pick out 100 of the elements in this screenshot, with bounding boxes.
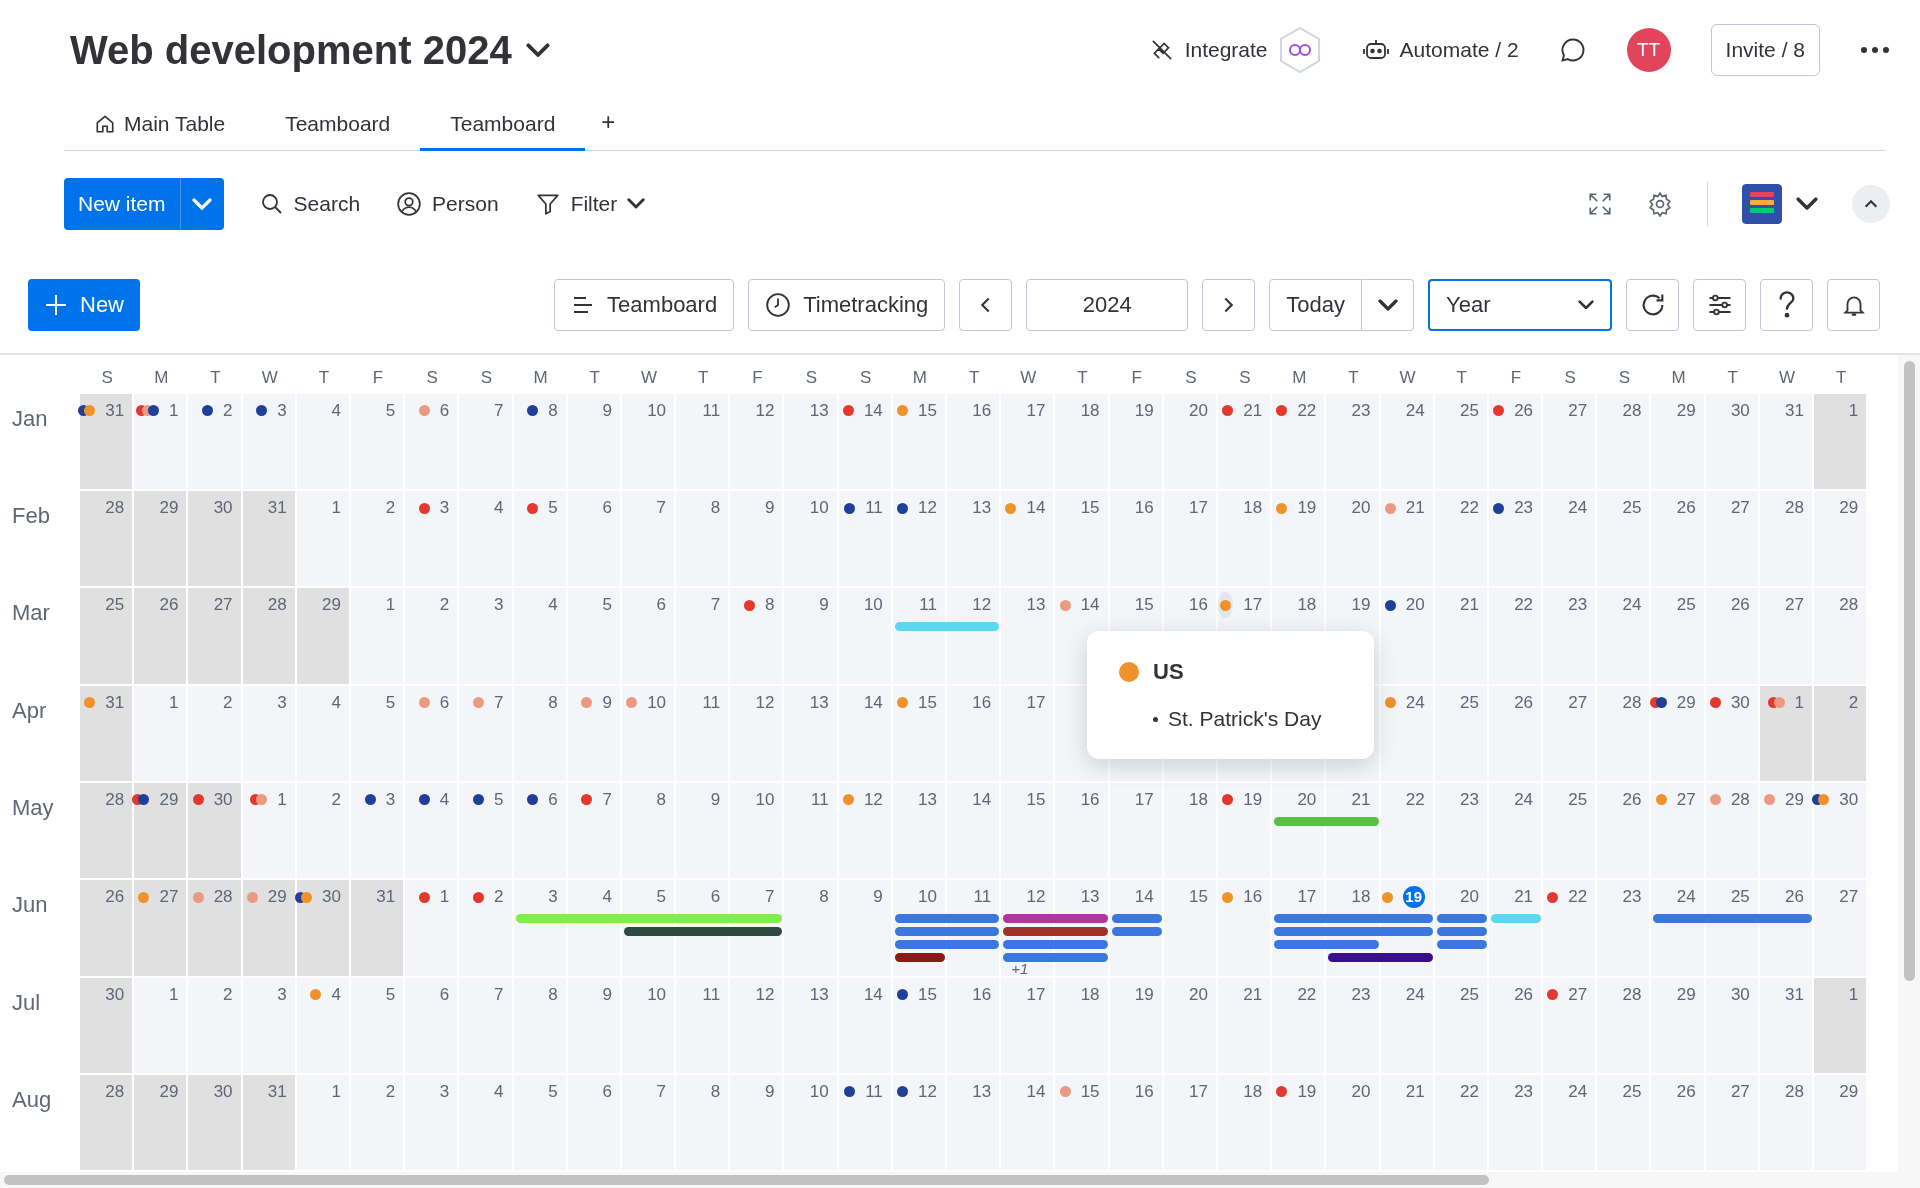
event-dot[interactable]: [192, 794, 204, 806]
day-cell[interactable]: 6: [405, 393, 460, 492]
day-cell[interactable]: 2: [296, 782, 351, 881]
day-cell[interactable]: 21: [1217, 977, 1273, 1075]
day-cell[interactable]: 26: [1488, 393, 1544, 492]
range-select[interactable]: Year: [1428, 278, 1612, 331]
event-dot[interactable]: [1709, 794, 1721, 806]
day-cell[interactable]: 23: [1543, 588, 1598, 686]
day-cell[interactable]: 18: [1055, 977, 1110, 1075]
day-cell[interactable]: 27: [1759, 588, 1814, 686]
day-cell[interactable]: 11: [676, 977, 731, 1075]
day-cell[interactable]: 27: [1651, 782, 1706, 881]
day-cell[interactable]: 20: [1326, 491, 1381, 589]
day-cell[interactable]: 14: [838, 977, 893, 1075]
day-cell[interactable]: 22: [1434, 491, 1489, 589]
day-cell[interactable]: 15: [892, 977, 947, 1075]
day-cell[interactable]: 29: [134, 782, 189, 881]
day-cell[interactable]: 7: [459, 977, 514, 1075]
day-cell[interactable]: 16: [947, 685, 1002, 783]
day-cell[interactable]: 23: [1326, 977, 1381, 1075]
day-cell[interactable]: 9: [730, 491, 785, 589]
event-bar[interactable]: [1055, 927, 1108, 937]
day-cell[interactable]: 14: [838, 685, 893, 783]
day-cell[interactable]: 22: [1272, 977, 1327, 1075]
day-cell[interactable]: 5: [513, 491, 568, 589]
day-cell[interactable]: 21: [1380, 491, 1435, 589]
new-event-button[interactable]: New: [28, 278, 140, 331]
day-cell[interactable]: 1: [296, 1074, 351, 1172]
day-cell[interactable]: 15: [892, 685, 947, 783]
event-dot[interactable]: [527, 405, 539, 417]
day-cell[interactable]: 2: [350, 491, 406, 589]
event-dot[interactable]: [473, 891, 485, 903]
day-cell[interactable]: 10: [784, 491, 839, 589]
event-dot[interactable]: [1222, 891, 1234, 903]
day-cell[interactable]: 9: [567, 685, 622, 783]
day-cell[interactable]: 11: [838, 491, 893, 589]
user-avatar[interactable]: TT: [1626, 28, 1671, 72]
day-cell[interactable]: 14: [838, 393, 893, 492]
settings-icon[interactable]: [1647, 190, 1673, 217]
day-cell[interactable]: 10: [730, 782, 785, 881]
day-cell[interactable]: 15: [1163, 880, 1218, 978]
day-cell[interactable]: 8: [513, 685, 568, 783]
day-cell[interactable]: 25: [1543, 782, 1598, 881]
day-cell[interactable]: 20: [1272, 782, 1327, 881]
event-dot[interactable]: [418, 502, 430, 514]
event-dot[interactable]: [842, 794, 854, 806]
event-dot[interactable]: [1764, 794, 1776, 806]
day-cell[interactable]: 4: [405, 782, 460, 881]
day-cell[interactable]: 30: [1705, 977, 1760, 1075]
day-cell[interactable]: 31: [242, 1074, 297, 1172]
help-button[interactable]: [1760, 278, 1813, 331]
filter-button[interactable]: Filter: [534, 190, 646, 217]
day-cell[interactable]: 13: [784, 977, 839, 1075]
day-cell[interactable]: 18: [1055, 393, 1110, 492]
day-cell[interactable]: 1: [1814, 393, 1869, 492]
day-cell[interactable]: 22: [1434, 1074, 1489, 1172]
day-cell[interactable]: 16: [1109, 491, 1164, 589]
event-dot[interactable]: [743, 599, 755, 611]
day-cell[interactable]: 17: [1163, 1074, 1218, 1172]
day-cell[interactable]: 29: [134, 491, 189, 589]
event-dot[interactable]: [1493, 502, 1505, 514]
timetracking-button[interactable]: Timetracking: [748, 278, 946, 331]
day-cell[interactable]: 4: [459, 491, 514, 589]
expand-icon[interactable]: [1587, 190, 1613, 217]
event-dot[interactable]: [1276, 1086, 1288, 1098]
day-cell[interactable]: 8: [621, 782, 677, 881]
event-bar[interactable]: [1380, 953, 1433, 963]
day-cell[interactable]: 26: [1488, 685, 1544, 783]
day-cell[interactable]: 5: [567, 588, 622, 686]
day-cell[interactable]: 11: [676, 685, 731, 783]
day-cell[interactable]: 28: [80, 1074, 135, 1172]
day-cell[interactable]: 10: [621, 685, 677, 783]
day-cell[interactable]: 8: [730, 588, 785, 686]
event-dot[interactable]: [1773, 697, 1785, 709]
day-cell[interactable]: 8: [676, 1074, 731, 1172]
event-bar[interactable]: [1003, 927, 1056, 937]
day-cell[interactable]: 10: [621, 977, 677, 1075]
day-cell[interactable]: 29: [1759, 782, 1814, 881]
collapse-button[interactable]: [1852, 184, 1890, 223]
day-cell[interactable]: 28: [1597, 977, 1652, 1075]
day-cell[interactable]: 22: [1543, 880, 1598, 978]
event-dot[interactable]: [246, 891, 258, 903]
event-dot[interactable]: [1547, 989, 1559, 1000]
day-cell[interactable]: 17: [1001, 685, 1056, 783]
day-cell[interactable]: 12: [838, 782, 893, 881]
day-cell[interactable]: 29: [1651, 977, 1706, 1075]
integrate-button[interactable]: Integrate: [1148, 26, 1322, 74]
day-cell[interactable]: 28: [1759, 491, 1814, 589]
day-cell[interactable]: 30: [1705, 393, 1760, 492]
event-dot[interactable]: [581, 794, 593, 806]
day-cell[interactable]: 24: [1488, 782, 1544, 881]
day-cell[interactable]: 6: [405, 685, 460, 783]
day-cell[interactable]: 31: [1759, 393, 1814, 492]
event-dot[interactable]: [1709, 697, 1721, 709]
day-cell[interactable]: 29: [1651, 393, 1706, 492]
event-bar[interactable]: [1055, 914, 1108, 924]
day-cell[interactable]: 6: [405, 977, 460, 1075]
event-dot[interactable]: [844, 1086, 856, 1098]
day-cell[interactable]: 3: [405, 1074, 460, 1172]
event-dot[interactable]: [1276, 405, 1288, 417]
